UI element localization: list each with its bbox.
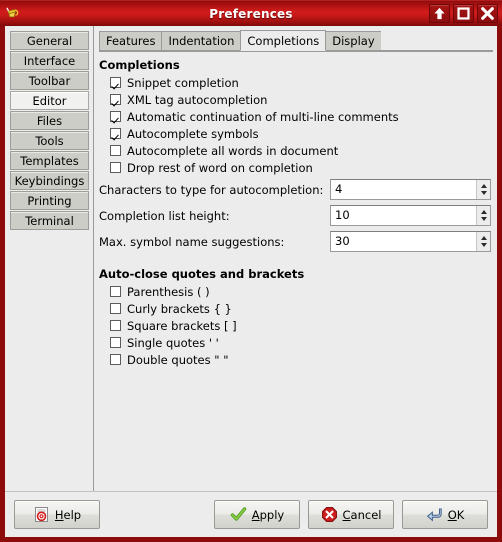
checkbox-row-parenthesis[interactable]: Parenthesis ( ) (110, 283, 493, 300)
autoclose-heading: Auto-close quotes and brackets (99, 267, 305, 281)
ok-button-label: OK (447, 507, 465, 522)
checkbox-drop-rest-of-word[interactable] (110, 162, 121, 173)
spinner-max-symbol-suggestions[interactable]: 30 (330, 231, 491, 252)
shade-button[interactable] (429, 4, 450, 23)
preferences-window: Preferences General Interface Toolbar Ed… (0, 0, 502, 542)
checkbox-curly-brackets[interactable] (110, 303, 121, 314)
dialog-action-bar: Help Apply Cancel OK (5, 491, 497, 537)
checkbox-label: Drop rest of word on completion (127, 160, 313, 175)
sidebar-item-editor[interactable]: Editor (10, 91, 89, 110)
sidebar-item-toolbar[interactable]: Toolbar (10, 71, 89, 90)
sidebar-item-tools[interactable]: Tools (10, 131, 89, 150)
apply-button-label: Apply (251, 507, 285, 522)
ok-button[interactable]: OK (402, 500, 488, 529)
checkbox-row-multiline-comment-continuation[interactable]: Automatic continuation of multi-line com… (110, 108, 493, 125)
checkbox-row-autocomplete-symbols[interactable]: Autocomplete symbols (110, 125, 493, 142)
close-button[interactable] (477, 4, 498, 23)
sidebar-item-general[interactable]: General (10, 31, 89, 50)
checkbox-multiline-comment-continuation[interactable] (110, 111, 121, 122)
tab-features[interactable]: Features (99, 31, 163, 51)
title-bar[interactable]: Preferences (0, 0, 502, 26)
checkbox-row-xml-tag-autocompletion[interactable]: XML tag autocompletion (110, 91, 493, 108)
help-document-icon (34, 507, 48, 522)
sidebar-item-terminal[interactable]: Terminal (10, 211, 89, 230)
checkbox-label: Snippet completion (127, 75, 239, 90)
spinner-down-icon[interactable] (480, 243, 487, 247)
checkbox-snippet-completion[interactable] (110, 77, 121, 88)
red-octagon-x-icon (321, 507, 337, 522)
tab-strip: Features Indentation Completions Display (99, 30, 493, 52)
cancel-button[interactable]: Cancel (308, 500, 394, 529)
checkbox-double-quotes[interactable] (110, 354, 121, 365)
apply-button[interactable]: Apply (214, 500, 300, 529)
checkbox-row-square-brackets[interactable]: Square brackets [ ] (110, 317, 493, 334)
completions-panel: Completions Snippet completion XML tag a… (99, 52, 493, 491)
checkbox-row-snippet-completion[interactable]: Snippet completion (110, 74, 493, 91)
spinner-up-icon[interactable] (480, 210, 487, 214)
spinner-buttons (477, 206, 490, 225)
checkbox-label: Double quotes " " (127, 352, 229, 367)
spinner-up-icon[interactable] (480, 236, 487, 240)
spinner-label: Completion list height: (99, 208, 230, 223)
checkbox-label: Automatic continuation of multi-line com… (127, 109, 399, 124)
completions-heading: Completions (99, 58, 180, 72)
spinner-up-icon[interactable] (480, 184, 487, 188)
spinner-buttons (477, 232, 490, 251)
dialog-body: General Interface Toolbar Editor Files T… (5, 26, 497, 537)
spinner-value[interactable]: 4 (331, 180, 477, 199)
blue-enter-arrow-icon (426, 508, 442, 522)
checkbox-square-brackets[interactable] (110, 320, 121, 331)
spinner-characters-to-type[interactable]: 4 (330, 179, 491, 200)
checkbox-row-double-quotes[interactable]: Double quotes " " (110, 351, 493, 368)
checkbox-autocomplete-all-words[interactable] (110, 145, 121, 156)
checkbox-row-drop-rest-of-word[interactable]: Drop rest of word on completion (110, 159, 493, 176)
checkbox-row-curly-brackets[interactable]: Curly brackets { } (110, 300, 493, 317)
checkbox-label: Square brackets [ ] (127, 318, 237, 333)
checkbox-label: XML tag autocompletion (127, 92, 268, 107)
window-title: Preferences (209, 6, 293, 21)
tab-indentation[interactable]: Indentation (161, 31, 242, 51)
spinner-label: Max. symbol name suggestions: (99, 234, 285, 249)
spinner-row-characters-to-type: Characters to type for autocompletion: 4 (99, 177, 493, 202)
settings-content: Features Indentation Completions Display… (94, 26, 497, 491)
tab-strip-filler (380, 30, 493, 51)
checkbox-autocomplete-symbols[interactable] (110, 128, 121, 139)
spinner-down-icon[interactable] (480, 191, 487, 195)
category-sidebar: General Interface Toolbar Editor Files T… (5, 26, 94, 491)
geany-lamp-icon (4, 5, 22, 23)
checkbox-label: Autocomplete symbols (127, 126, 259, 141)
checkbox-row-single-quotes[interactable]: Single quotes ' ' (110, 334, 493, 351)
checkbox-label: Single quotes ' ' (127, 335, 219, 350)
help-button[interactable]: Help (14, 500, 100, 529)
dialog-upper: General Interface Toolbar Editor Files T… (5, 26, 497, 491)
spinner-buttons (477, 180, 490, 199)
green-check-icon (230, 507, 246, 521)
checkbox-label: Autocomplete all words in document (127, 143, 339, 158)
sidebar-item-files[interactable]: Files (10, 111, 89, 130)
spinner-down-icon[interactable] (480, 217, 487, 221)
tab-display[interactable]: Display (325, 31, 382, 51)
checkbox-single-quotes[interactable] (110, 337, 121, 348)
spinner-label: Characters to type for autocompletion: (99, 182, 324, 197)
window-controls (429, 4, 498, 23)
checkbox-label: Curly brackets { } (127, 301, 232, 316)
tab-completions[interactable]: Completions (240, 30, 327, 51)
spinner-row-max-symbol-suggestions: Max. symbol name suggestions: 30 (99, 229, 493, 254)
spinner-row-completion-list-height: Completion list height: 10 (99, 203, 493, 228)
checkbox-xml-tag-autocompletion[interactable] (110, 94, 121, 105)
checkbox-parenthesis[interactable] (110, 286, 121, 297)
maximize-button[interactable] (453, 4, 474, 23)
sidebar-item-interface[interactable]: Interface (10, 51, 89, 70)
sidebar-item-keybindings[interactable]: Keybindings (10, 171, 89, 190)
checkbox-label: Parenthesis ( ) (127, 284, 210, 299)
spinner-completion-list-height[interactable]: 10 (330, 205, 491, 226)
sidebar-item-templates[interactable]: Templates (10, 151, 89, 170)
cancel-button-label: Cancel (342, 507, 382, 522)
spinner-value[interactable]: 30 (331, 232, 477, 251)
checkbox-row-autocomplete-all-words[interactable]: Autocomplete all words in document (110, 142, 493, 159)
spinner-value[interactable]: 10 (331, 206, 477, 225)
help-button-label: Help (54, 507, 82, 522)
sidebar-item-printing[interactable]: Printing (10, 191, 89, 210)
